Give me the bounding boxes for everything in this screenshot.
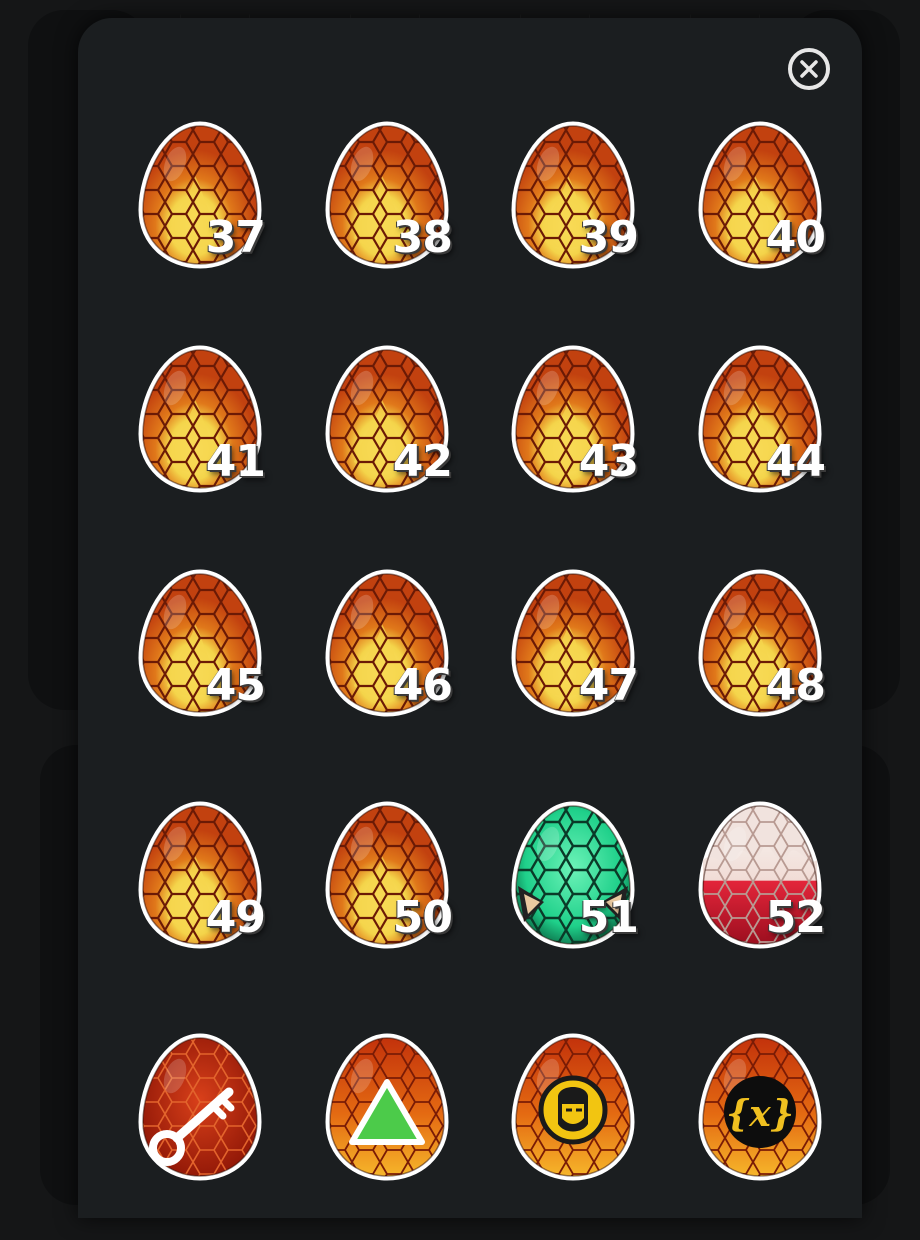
egg-number: 49 bbox=[205, 892, 266, 943]
special-egg-item[interactable] bbox=[292, 1030, 482, 1240]
egg-number: 47 bbox=[578, 660, 639, 711]
egg-number: 48 bbox=[765, 660, 826, 711]
egg-item[interactable]: 40 bbox=[665, 118, 855, 328]
egg-item[interactable]: 48 bbox=[665, 566, 855, 776]
orange-egg-icon: {x} bbox=[698, 1033, 822, 1181]
special-egg-item[interactable]: {x} bbox=[665, 1030, 855, 1240]
egg-item[interactable]: 41 bbox=[105, 342, 295, 552]
egg-item[interactable]: 46 bbox=[292, 566, 482, 776]
egg-number: 37 bbox=[205, 212, 266, 263]
egg-number: 44 bbox=[765, 436, 826, 487]
egg-item[interactable]: 45 bbox=[105, 566, 295, 776]
special-egg-item[interactable] bbox=[478, 1030, 668, 1240]
egg-number: 51 bbox=[578, 892, 639, 943]
special-egg-item[interactable] bbox=[105, 1030, 295, 1240]
egg-item[interactable]: 44 bbox=[665, 342, 855, 552]
egg-item[interactable]: 51 bbox=[478, 798, 668, 1008]
egg-number: 38 bbox=[392, 212, 453, 263]
egg-number: 43 bbox=[578, 436, 639, 487]
egg-item[interactable]: 52 bbox=[665, 798, 855, 1008]
curly-x-badge-icon: {x} bbox=[724, 1076, 796, 1148]
egg-number: 41 bbox=[205, 436, 266, 487]
egg-number: 52 bbox=[765, 892, 826, 943]
egg-number: 40 bbox=[765, 212, 826, 263]
egg-item[interactable]: 47 bbox=[478, 566, 668, 776]
orange-egg-icon bbox=[325, 1033, 449, 1181]
egg-item[interactable]: 39 bbox=[478, 118, 668, 328]
egg-number: 50 bbox=[392, 892, 453, 943]
red-egg-icon bbox=[138, 1033, 262, 1181]
egg-item[interactable]: 49 bbox=[105, 798, 295, 1008]
helmet-face-badge-icon bbox=[538, 1075, 608, 1145]
egg-number: 46 bbox=[392, 660, 453, 711]
egg-item[interactable]: 50 bbox=[292, 798, 482, 1008]
orange-egg-icon bbox=[511, 1033, 635, 1181]
egg-item[interactable]: 43 bbox=[478, 342, 668, 552]
egg-number: 39 bbox=[578, 212, 639, 263]
egg-item[interactable]: 38 bbox=[292, 118, 482, 328]
egg-number: 45 bbox=[205, 660, 266, 711]
egg-number: 42 bbox=[392, 436, 453, 487]
egg-grid: 37 38 39 40 41 42 43 44 45 46 47 48 49 5… bbox=[0, 0, 920, 1200]
curly-x-text: {x} bbox=[726, 1093, 794, 1135]
egg-item[interactable]: 37 bbox=[105, 118, 295, 328]
egg-item[interactable]: 42 bbox=[292, 342, 482, 552]
